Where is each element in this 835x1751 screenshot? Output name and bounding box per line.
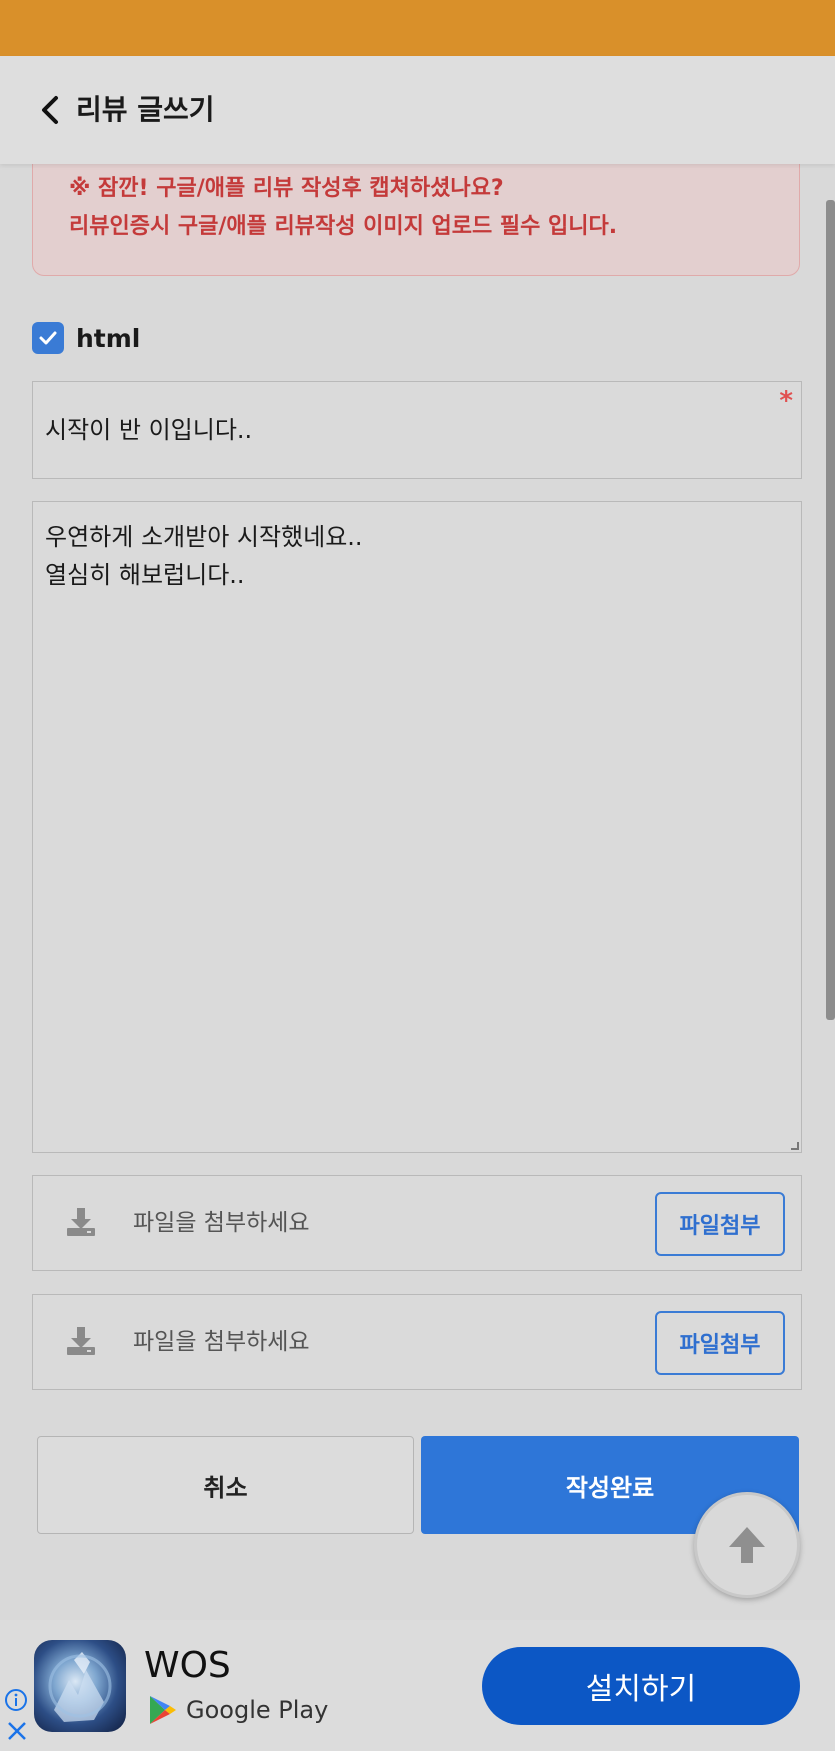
attach-file-button[interactable]: 파일첨부	[655, 1311, 785, 1375]
alert-line-2: 리뷰인증시 구글/애플 리뷰작성 이미지 업로드 필수 입니다.	[69, 214, 618, 239]
file-placeholder: 파일을 첨부하세요	[133, 1210, 310, 1236]
file-placeholder: 파일을 첨부하세요	[133, 1329, 310, 1355]
google-play-icon	[150, 1696, 176, 1724]
content-textarea[interactable]: 우연하게 소개받아 시작했네요.. 열심히 해보럽니다..	[32, 501, 802, 1153]
file-attach-row-2: 파일을 첨부하세요 파일첨부	[32, 1294, 802, 1390]
resize-handle[interactable]	[791, 1142, 799, 1150]
back-button[interactable]	[30, 90, 70, 130]
checkmark-icon	[39, 331, 57, 345]
status-bar	[0, 0, 835, 56]
html-checkbox[interactable]	[32, 322, 64, 354]
ad-banner[interactable]: WOS Google Play 설치하기	[0, 1620, 835, 1751]
scroll-to-top-button[interactable]	[694, 1492, 800, 1598]
close-icon[interactable]	[6, 1720, 28, 1742]
page-title: 리뷰 글쓰기	[76, 93, 215, 126]
arrow-up-icon	[729, 1527, 765, 1563]
html-option[interactable]: html	[32, 320, 140, 356]
file-attach-row-1: 파일을 첨부하세요 파일첨부	[32, 1175, 802, 1271]
ad-store-label: Google Play	[186, 1696, 329, 1724]
alert-line-1: ※ 잠깐! 구글/애플 리뷰 작성후 캡쳐하셨나요?	[69, 176, 504, 201]
subject-value: 시작이 반 이입니다..	[45, 416, 253, 444]
ad-app-icon[interactable]	[34, 1640, 126, 1732]
ad-store-badge: Google Play	[148, 1692, 328, 1728]
html-checkbox-label: html	[76, 323, 141, 353]
page-header: 리뷰 글쓰기	[0, 56, 835, 164]
globe-art-icon	[48, 1652, 112, 1722]
download-icon	[67, 1327, 95, 1355]
content-line: 열심히 해보럽니다..	[45, 561, 245, 589]
review-notice-alert: ※ 잠깐! 구글/애플 리뷰 작성후 캡쳐하셨나요? 리뷰인증시 구글/애플 리…	[32, 150, 800, 276]
content-line: 우연하게 소개받아 시작했네요..	[45, 523, 363, 551]
attach-file-button[interactable]: 파일첨부	[655, 1192, 785, 1256]
download-icon	[67, 1208, 95, 1236]
ad-install-button[interactable]: 설치하기	[482, 1647, 800, 1725]
info-icon[interactable]	[4, 1688, 28, 1712]
chevron-left-icon	[42, 96, 58, 124]
cancel-button[interactable]: 취소	[37, 1436, 414, 1534]
required-mark: *	[779, 386, 793, 416]
subject-input[interactable]: * 시작이 반 이입니다..	[32, 381, 802, 479]
page-scrollbar[interactable]	[826, 200, 835, 1020]
ad-app-name: WOS	[144, 1645, 231, 1686]
